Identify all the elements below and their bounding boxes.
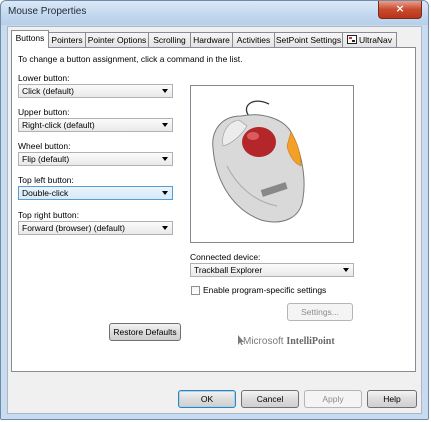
instruction-text: To change a button assignment, click a c… — [18, 54, 243, 64]
settings-button[interactable]: Settings... — [287, 303, 353, 321]
tab-pointers-label: Pointers — [51, 35, 83, 45]
program-specific-checkbox[interactable] — [191, 286, 200, 295]
lower-button-select[interactable]: Click (default) — [18, 84, 173, 98]
restore-defaults-label: Restore Defaults — [113, 327, 177, 337]
wheel-button-label: Wheel button: — [18, 141, 71, 151]
tab-pointer-options-label: Pointer Options — [87, 35, 147, 45]
tab-activities-label: Activities — [236, 35, 271, 45]
connected-device-value: Trackball Explorer — [194, 265, 263, 275]
help-button-label: Help — [383, 394, 401, 404]
trackball-mouse-image — [212, 100, 305, 223]
mouse-properties-window: Mouse Properties × Buttons Pointers Poin… — [0, 0, 429, 420]
top-left-button-value: Double-click — [22, 188, 69, 198]
device-image-frame — [190, 85, 354, 243]
help-button[interactable]: Help — [367, 390, 417, 408]
chevron-down-icon — [162, 157, 168, 161]
upper-button-value: Right-click (default) — [22, 120, 95, 130]
tab-scrolling-label: Scrolling — [153, 35, 186, 45]
buttons-tab-panel: To change a button assignment, click a c… — [11, 47, 416, 372]
program-specific-label[interactable]: Enable program-specific settings — [203, 285, 326, 295]
logo-microsoft-text: Microsoft — [243, 336, 284, 347]
tab-scrolling[interactable]: Scrolling — [148, 32, 191, 47]
tab-setpoint-settings[interactable]: SetPoint Settings — [274, 32, 343, 47]
chevron-down-icon — [162, 226, 168, 230]
microsoft-intellipoint-logo: Microsoft IntelliPoint — [243, 336, 335, 347]
tab-activities[interactable]: Activities — [232, 32, 275, 47]
top-left-button-select[interactable]: Double-click — [18, 186, 173, 200]
close-icon: × — [395, 2, 405, 15]
connected-device-select[interactable]: Trackball Explorer — [190, 263, 354, 277]
ok-button-label: OK — [200, 394, 214, 404]
tab-buttons-label: Buttons — [15, 33, 45, 43]
ok-button[interactable]: OK — [178, 390, 236, 408]
top-right-button-value: Forward (browser) (default) — [22, 223, 125, 233]
lower-button-label: Lower button: — [18, 73, 70, 83]
wheel-button-value: Flip (default) — [22, 154, 70, 164]
window-title: Mouse Properties — [8, 6, 87, 17]
chevron-down-icon — [162, 123, 168, 127]
tab-ultranav[interactable]: UltraNav — [342, 32, 397, 47]
connected-device-label: Connected device: — [190, 252, 261, 262]
apply-button-label: Apply — [322, 394, 344, 404]
wheel-button-select[interactable]: Flip (default) — [18, 152, 173, 166]
cancel-button[interactable]: Cancel — [241, 390, 299, 408]
tab-hardware-label: Hardware — [193, 35, 230, 45]
tab-pointers[interactable]: Pointers — [48, 32, 86, 47]
lower-button-value: Click (default) — [22, 86, 74, 96]
dialog-client: Buttons Pointers Pointer Options Scrolli… — [7, 26, 422, 414]
upper-button-select[interactable]: Right-click (default) — [18, 118, 173, 132]
tab-pointer-options[interactable]: Pointer Options — [85, 32, 149, 47]
top-right-button-label: Top right button: — [18, 210, 79, 220]
chevron-down-icon — [162, 191, 168, 195]
logo-intellipoint-text: IntelliPoint — [286, 336, 335, 347]
chevron-down-icon — [343, 268, 349, 272]
apply-button[interactable]: Apply — [304, 390, 362, 408]
cancel-button-label: Cancel — [256, 394, 284, 404]
close-button[interactable]: × — [378, 1, 422, 19]
chevron-down-icon — [162, 89, 168, 93]
tab-setpoint-settings-label: SetPoint Settings — [275, 35, 342, 45]
settings-button-label: Settings... — [301, 307, 339, 317]
top-right-button-select[interactable]: Forward (browser) (default) — [18, 221, 173, 235]
restore-defaults-button[interactable]: Restore Defaults — [109, 323, 181, 341]
upper-button-label: Upper button: — [18, 107, 70, 117]
title-bar[interactable]: Mouse Properties × — [1, 1, 428, 25]
tab-ultranav-label: UltraNav — [358, 35, 393, 45]
ultranav-icon — [346, 35, 357, 44]
tab-buttons[interactable]: Buttons — [11, 30, 49, 48]
tab-hardware[interactable]: Hardware — [190, 32, 233, 47]
top-left-button-label: Top left button: — [18, 175, 74, 185]
